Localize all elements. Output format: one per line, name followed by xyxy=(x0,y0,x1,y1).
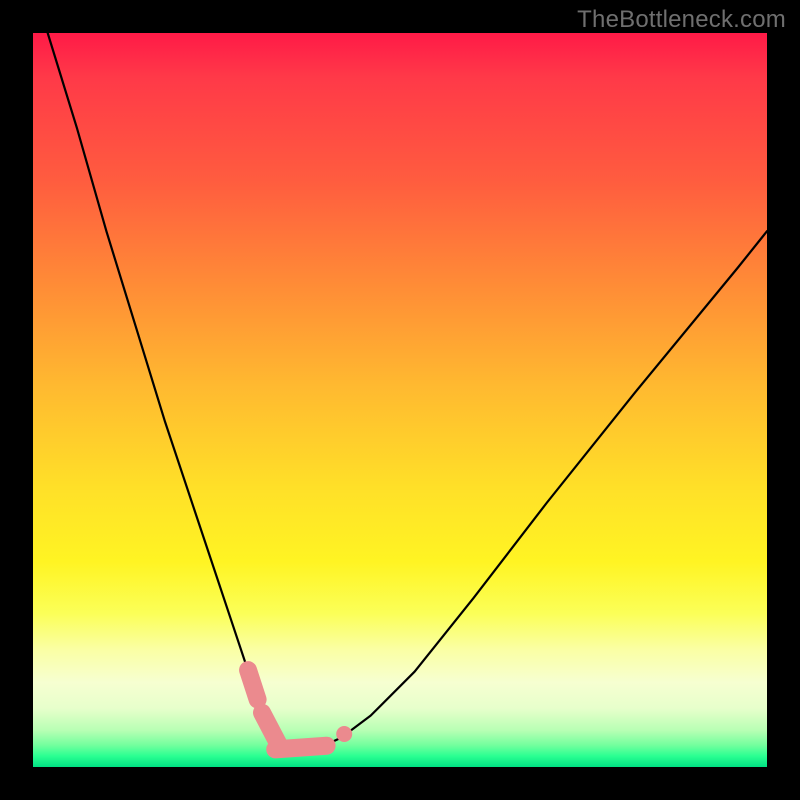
bead-segment xyxy=(275,746,326,750)
curve-overlay xyxy=(33,33,767,767)
chart-frame: TheBottleneck.com xyxy=(0,0,800,800)
bead-segment xyxy=(248,670,258,699)
highlight-beads xyxy=(248,670,352,749)
bead-segment xyxy=(262,713,278,744)
bead-dot xyxy=(336,726,352,742)
bottleneck-curve xyxy=(48,33,767,752)
plot-area xyxy=(33,33,767,767)
watermark-text: TheBottleneck.com xyxy=(577,6,786,34)
